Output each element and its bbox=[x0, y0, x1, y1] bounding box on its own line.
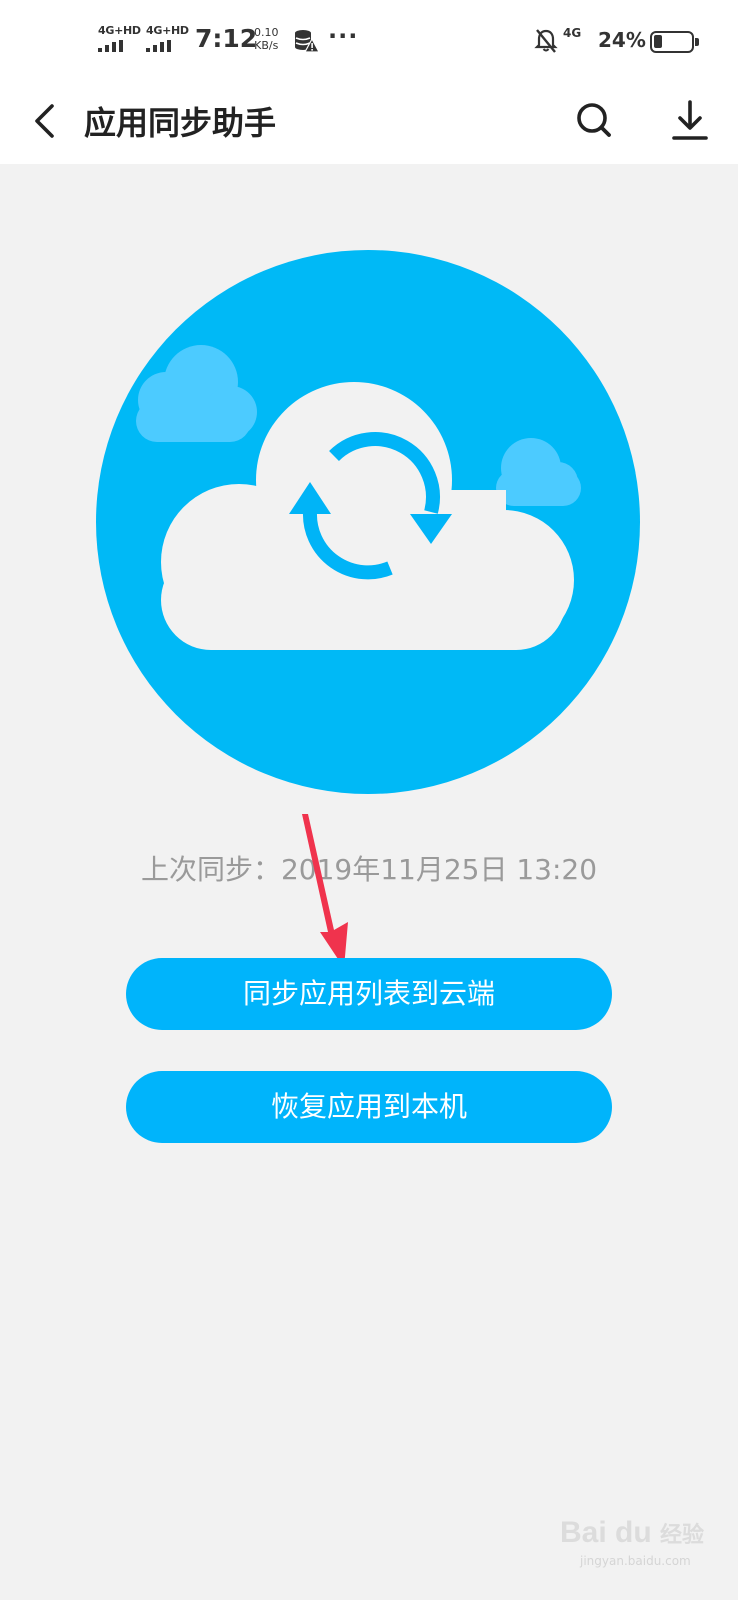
status-bar: 4G+HD 4G+HD 7:12 0.10 KB/s ··· 4G 24% bbox=[0, 0, 738, 80]
download-button[interactable] bbox=[664, 94, 716, 146]
network-type: 4G bbox=[563, 26, 582, 40]
chevron-left-icon bbox=[35, 104, 54, 138]
watermark-domain: jingyan.baidu.com bbox=[580, 1554, 691, 1568]
download-icon bbox=[672, 100, 708, 140]
sim1-signal: 4G+HD bbox=[98, 24, 142, 54]
page-title: 应用同步助手 bbox=[84, 104, 277, 142]
signal-bars-icon bbox=[146, 40, 180, 52]
speed-value: 0.10 bbox=[254, 26, 279, 39]
network-speed: 0.10 KB/s bbox=[254, 26, 279, 52]
storage-warning-icon bbox=[295, 30, 320, 53]
sim2-signal: 4G+HD bbox=[146, 24, 190, 54]
speed-unit: KB/s bbox=[254, 39, 279, 52]
watermark-brand-text: Bai du bbox=[560, 1516, 652, 1549]
battery-percentage: 24% bbox=[598, 28, 646, 52]
back-button[interactable] bbox=[22, 96, 72, 146]
restore-to-device-button[interactable]: 恢复应用到本机 bbox=[126, 1071, 612, 1143]
sim1-label: 4G+HD bbox=[98, 24, 141, 37]
sim2-label: 4G+HD bbox=[146, 24, 189, 37]
watermark-brand: Bai du 经验 bbox=[560, 1516, 704, 1550]
mute-bell-icon bbox=[534, 29, 558, 53]
more-notifications-icon: ··· bbox=[328, 22, 359, 50]
app-bar: 应用同步助手 bbox=[0, 80, 738, 164]
battery-level-fill bbox=[654, 35, 662, 48]
annotation-arrow-icon bbox=[302, 814, 348, 968]
search-icon bbox=[577, 103, 611, 137]
search-button[interactable] bbox=[568, 94, 620, 146]
sync-to-cloud-button[interactable]: 同步应用列表到云端 bbox=[126, 958, 612, 1030]
battery-icon bbox=[650, 31, 699, 53]
signal-bars-icon bbox=[98, 40, 132, 52]
last-sync-text: 上次同步：2019年11月25日 13:20 bbox=[140, 853, 598, 886]
watermark-suffix-text: 经验 bbox=[660, 1522, 705, 1547]
baidu-jingyan-watermark: Bai du 经验 jingyan.baidu.com bbox=[560, 1508, 710, 1572]
cloud-sync-illustration bbox=[96, 250, 640, 794]
status-time: 7:12 bbox=[195, 24, 258, 53]
